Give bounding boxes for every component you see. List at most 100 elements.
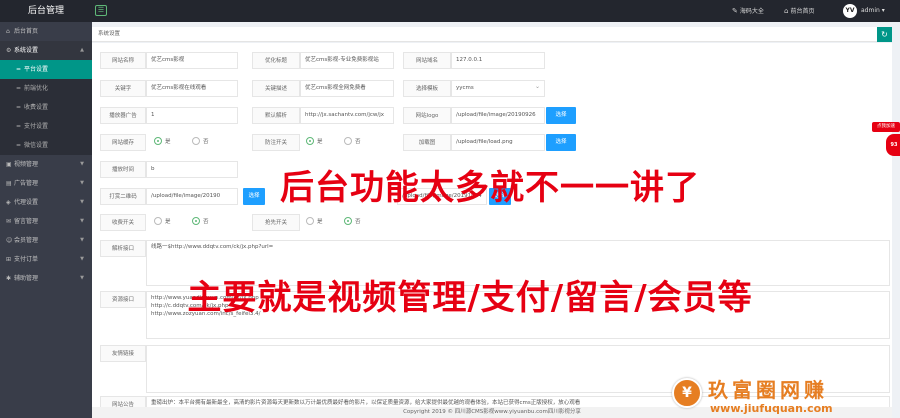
template-select[interactable]: yycms xyxy=(451,80,545,97)
promo-overlay-line1: 后台功能太多就不一一讲了 xyxy=(280,168,700,208)
admin-title: 后台管理 xyxy=(27,6,64,16)
sidebar-item-label: 后台首页 xyxy=(14,28,39,35)
watermark-title: 玖富圈网赚 xyxy=(708,378,828,402)
radio-checked-icon xyxy=(306,136,314,145)
description-label: 关键描述 xyxy=(252,80,300,97)
agent-icon: ◈ xyxy=(6,199,11,206)
site-name-label: 网站名称 xyxy=(100,52,146,69)
radio-empty-icon xyxy=(306,216,314,225)
refresh-icon[interactable]: ↻ xyxy=(877,27,892,42)
gear-icon: ⚙ xyxy=(6,47,12,54)
logo-label: 网站logo xyxy=(403,107,451,124)
site-name-input[interactable]: 优艺cms影视 xyxy=(146,52,238,69)
video-icon: ▣ xyxy=(6,161,12,168)
chevron-down-icon: ▼ xyxy=(80,237,84,243)
site-domain-label: 网站域名 xyxy=(403,52,451,69)
sidebar-item-label: 留言管理 xyxy=(14,218,39,225)
textarea-line: 线路一$http://www.ddqtv.com/ck/jx.php?url= xyxy=(151,244,274,250)
sidebar-subitem-label: 微信设置 xyxy=(24,142,49,149)
avatar[interactable]: YV xyxy=(843,4,857,18)
dash-icon: = xyxy=(16,104,22,111)
dash-icon: = xyxy=(16,142,22,149)
chevron-down-icon: ▼ xyxy=(80,256,84,262)
sidebar-item-messages[interactable]: ✉ 留言管理 ▼ xyxy=(0,212,92,231)
loading-image-input[interactable]: /upload/file/load.png xyxy=(451,134,545,151)
dash-icon: = xyxy=(16,123,22,130)
choose-loading-button[interactable]: 选择 xyxy=(546,134,576,151)
invite-no-radio[interactable]: 否 xyxy=(344,214,361,231)
top-link-frontend-label: 前台首页 xyxy=(790,8,815,15)
sidebar-subitem-wechat[interactable]: = 微信设置 xyxy=(0,136,92,155)
radio-checked-icon xyxy=(154,136,162,145)
sidebar-item-orders[interactable]: ⊞ 支付订单 ▼ xyxy=(0,250,92,269)
radio-empty-icon xyxy=(344,136,352,145)
watermark-url: www.jiufuquan.com xyxy=(710,402,833,415)
sidebar-subitem-optimize[interactable]: = 前端优化 xyxy=(0,79,92,98)
charge-yes-radio[interactable]: 是 xyxy=(154,214,171,231)
sidebar-subitem-payment[interactable]: = 支付设置 xyxy=(0,117,92,136)
sidebar-item-label: 视频管理 xyxy=(14,161,39,168)
logo-input[interactable]: /upload/file/image/20190926 xyxy=(451,107,545,124)
radio-label: 否 xyxy=(355,219,361,225)
radio-label: 是 xyxy=(165,219,171,225)
default-parse-label: 默认解析 xyxy=(252,107,300,124)
user-menu[interactable]: admin ▾ xyxy=(861,0,885,22)
home-icon: ⌂ xyxy=(784,7,789,15)
invite-yes-radio[interactable]: 是 xyxy=(306,214,323,231)
anti-injection-no-radio[interactable]: 否 xyxy=(344,134,361,151)
invite-switch-label: 抢先开关 xyxy=(252,214,300,231)
cache-label: 网站缓存 xyxy=(100,134,146,151)
ad-label: 播放器广告 xyxy=(100,107,146,124)
top-link-frontend[interactable]: ⌂ 前台首页 xyxy=(784,0,814,22)
top-link-source[interactable]: ✎ 海码大全 xyxy=(732,0,764,22)
radio-label: 是 xyxy=(317,139,323,145)
sidebar-item-home[interactable]: ⌂ 后台首页 xyxy=(0,22,92,41)
cache-no-radio[interactable]: 否 xyxy=(192,134,209,151)
menu-toggle-icon[interactable]: ☰ xyxy=(95,5,107,16)
radio-label: 否 xyxy=(203,139,209,145)
sidebar-subitem-charge[interactable]: = 收费设置 xyxy=(0,98,92,117)
sidebar-item-label: 支付订单 xyxy=(14,256,39,263)
top-bar: 后台管理 ☰ ✎ 海码大全 ⌂ 前台首页 YV admin ▾ xyxy=(0,0,900,22)
sidebar: ⌂ 后台首页 ⚙ 系统设置 ▲ = 平台设置 = 前端优化 = 收费设置 = 支付设置 = 微信… xyxy=(0,22,92,418)
anti-injection-yes-radio[interactable]: 是 xyxy=(306,134,323,151)
dash-icon: = xyxy=(16,66,22,73)
charge-switch-label: 收费开关 xyxy=(100,214,146,231)
default-parse-input[interactable]: http://jx.sachantv.com/jcw/jx xyxy=(300,107,394,124)
sidebar-item-label: 代理设置 xyxy=(14,199,39,206)
speed-widget-tag: 点我加速 xyxy=(872,122,900,132)
yen-coin-icon: ¥ xyxy=(672,378,702,408)
home-icon: ⌂ xyxy=(6,28,10,35)
radio-label: 是 xyxy=(165,139,171,145)
choose-logo-button[interactable]: 选择 xyxy=(546,107,576,124)
radio-empty-icon xyxy=(192,136,200,145)
cart-icon: ⊞ xyxy=(6,256,12,263)
user-icon: ☺ xyxy=(6,237,13,244)
site-domain-input[interactable]: 127.0.0.1 xyxy=(451,52,545,69)
tab-system-settings[interactable]: 系统设置 xyxy=(98,27,120,42)
dash-icon: = xyxy=(16,85,22,92)
sidebar-subitem-platform[interactable]: = 平台设置 xyxy=(0,60,92,79)
sidebar-item-members[interactable]: ☺ 会员管理 ▼ xyxy=(0,231,92,250)
speed-widget[interactable]: 点我加速 93 xyxy=(872,122,900,158)
radio-label: 否 xyxy=(203,219,209,225)
chevron-down-icon: ▼ xyxy=(80,218,84,224)
keywords-input[interactable]: 优艺cms影视在线观看 xyxy=(146,80,238,97)
site-title-input[interactable]: 优艺cms影视-专业免费影视站 xyxy=(300,52,394,69)
keywords-label: 关键字 xyxy=(100,80,146,97)
tool-icon: ✱ xyxy=(6,275,12,282)
user-name: admin xyxy=(861,7,880,14)
promo-overlay-line2: 主要就是视频管理/支付/留言/会员等 xyxy=(187,278,753,318)
description-input[interactable]: 优艺cms影视全网免费看 xyxy=(300,80,394,97)
charge-no-radio[interactable]: 否 xyxy=(192,214,209,231)
radio-checked-icon xyxy=(192,216,200,225)
sidebar-subitem-label: 前端优化 xyxy=(24,85,49,92)
ad-icon: ▤ xyxy=(6,180,12,187)
ad-input[interactable]: 1 xyxy=(146,107,238,124)
cache-yes-radio[interactable]: 是 xyxy=(154,134,171,151)
pencil-icon: ✎ xyxy=(732,7,738,15)
sidebar-item-system[interactable]: ⚙ 系统设置 ▲ xyxy=(0,41,92,60)
sidebar-subitem-label: 支付设置 xyxy=(24,123,49,130)
sidebar-item-label: 广告管理 xyxy=(14,180,39,187)
message-icon: ✉ xyxy=(6,218,12,225)
